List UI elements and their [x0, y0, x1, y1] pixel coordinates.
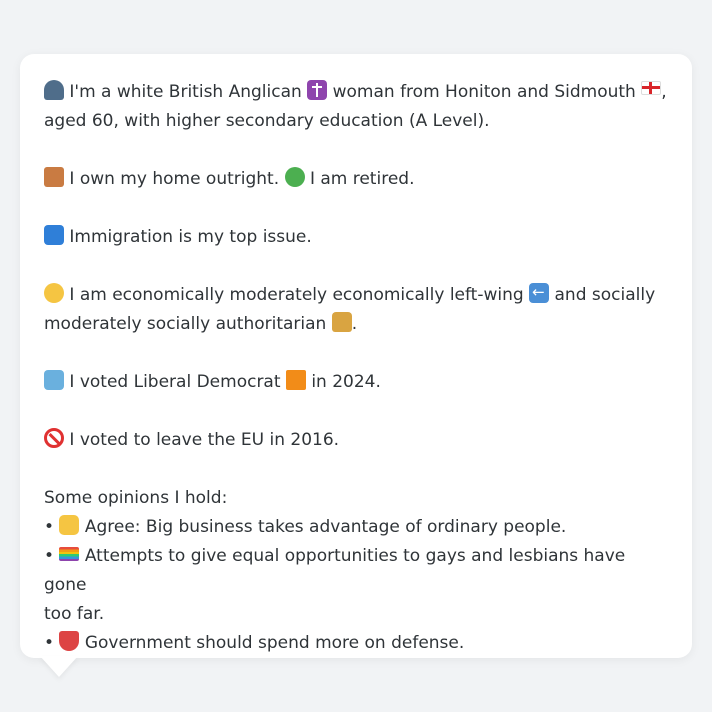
opinions-heading: Some opinions I hold: [44, 488, 228, 508]
prohibited-icon [44, 428, 64, 448]
house-icon [44, 167, 64, 187]
rainbow-flag-icon [59, 547, 80, 561]
eu-text: I voted to leave the EU in 2016. [69, 430, 340, 450]
issue-paragraph: Immigration is my top issue. [44, 223, 668, 252]
ideology-line-2: moderately socially authoritarian . [44, 310, 668, 339]
retired-text: I am retired. [309, 169, 415, 189]
latin-cross-icon [307, 80, 328, 100]
identity-line-2: aged 60, with higher secondary education… [44, 111, 490, 131]
person-icon [44, 80, 64, 100]
opinion-item-3: • Government should spend more on defens… [44, 629, 668, 658]
opinions-section: Some opinions I hold: • Agree: Big busin… [44, 484, 668, 658]
opinion-text-1: Agree: Big business takes advantage of o… [84, 517, 567, 537]
eu-paragraph: I voted to leave the EU in 2016. [44, 426, 668, 455]
home-text: I own my home outright. [69, 169, 280, 189]
ideology-paragraph: I am economically moderately economicall… [44, 278, 668, 339]
ideology-period: . [351, 314, 358, 334]
ideology-line-1: I am economically moderately economicall… [44, 278, 668, 310]
bullet: • [44, 633, 55, 653]
social-text: and socially [554, 285, 656, 305]
identity-paragraph: I'm a white British Anglican woman from … [44, 78, 668, 136]
identity-comma: , [661, 82, 667, 102]
thumbs-up-icon [59, 515, 80, 535]
bullet: • [44, 517, 55, 537]
england-flag-icon [641, 81, 662, 95]
shield-icon [59, 631, 80, 651]
bullet: • [44, 546, 55, 566]
identity-text-a: I'm a white British Anglican [69, 82, 302, 102]
thinking-face-icon [44, 283, 64, 303]
ballot-box-icon [44, 370, 64, 390]
identity-line-1: I'm a white British Anglican woman from … [44, 78, 668, 107]
vote-text: I voted Liberal Democrat [69, 372, 281, 392]
issue-text: Immigration is my top issue. [69, 227, 312, 247]
econ-text: I am economically moderately economicall… [69, 285, 524, 305]
identity-text-b: woman from Honiton and Sidmouth [332, 82, 636, 102]
opinion-item-2-continued: too far. [44, 604, 105, 624]
persona-card: I'm a white British Anglican woman from … [20, 54, 692, 658]
vote-year-text: in 2024. [311, 372, 381, 392]
left-arrow-icon [529, 278, 550, 307]
lock-icon [331, 312, 352, 332]
speech-bubble-tail [40, 656, 78, 677]
vote-paragraph: I voted Liberal Democrat in 2024. [44, 368, 668, 397]
home-paragraph: I own my home outright. I am retired. [44, 165, 668, 194]
orange-square-icon [285, 370, 306, 390]
opinion-text-2: Attempts to give equal opportunities to … [44, 546, 626, 595]
authoritarian-text: moderately socially authoritarian [44, 314, 327, 334]
palm-tree-icon [284, 167, 305, 187]
opinion-item-2: • Attempts to give equal opportunities t… [44, 542, 668, 600]
opinion-item-1: • Agree: Big business takes advantage of… [44, 513, 668, 542]
opinion-text-3: Government should spend more on defense. [84, 633, 465, 653]
passport-control-icon [44, 225, 64, 245]
